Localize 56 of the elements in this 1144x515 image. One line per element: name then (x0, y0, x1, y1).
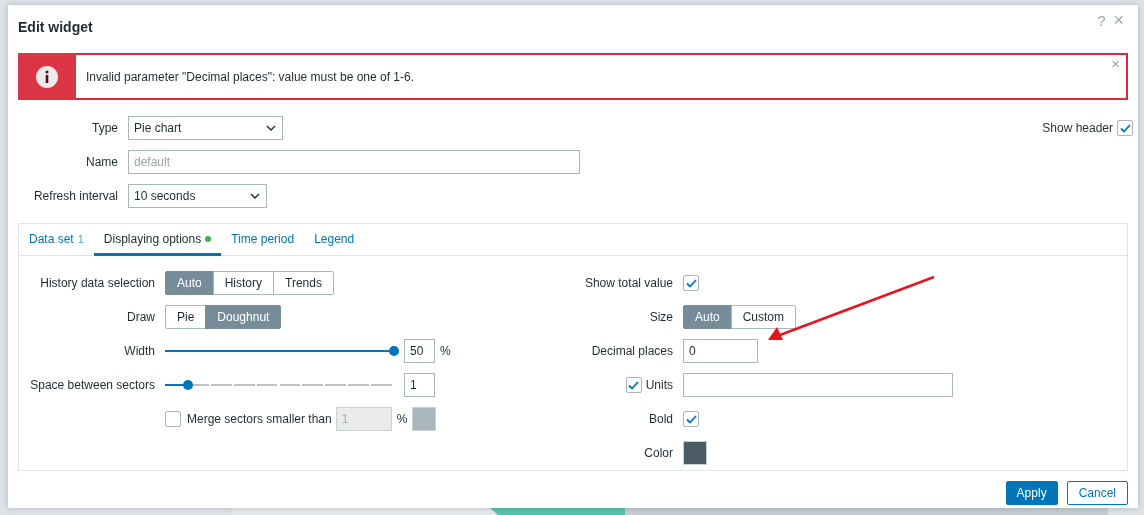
field-label: History data selection (39, 276, 156, 290)
segment-button[interactable]: Auto (683, 305, 732, 329)
text-field[interactable]: default (128, 150, 580, 174)
close-button[interactable]: × (1109, 55, 1122, 72)
field-label: Color (643, 446, 674, 460)
segment-button[interactable]: Pie (165, 305, 207, 329)
field-label: Space between sectors (29, 378, 156, 392)
field-label: Type (91, 121, 119, 135)
checkbox-label: Show header (1042, 121, 1113, 135)
slider-thumb[interactable] (389, 346, 399, 356)
checkbox-label: Units (645, 378, 673, 392)
slider-thumb[interactable] (182, 380, 193, 390)
field-label: Show total value (584, 276, 674, 290)
field-label: Name (85, 155, 119, 169)
checkbox[interactable] (683, 411, 699, 427)
checkmark-icon (1119, 123, 1131, 133)
unit-label: % (440, 344, 451, 358)
unit-label: % (396, 412, 408, 426)
field-label: Width (123, 344, 156, 358)
field-label: Size (648, 310, 674, 324)
number-field[interactable]: 0 (683, 339, 758, 363)
tab[interactable]: Time period (221, 224, 305, 256)
tab[interactable]: Displaying options (93, 224, 222, 256)
checkbox-label: Merge sectors smaller than (187, 412, 332, 426)
text-field[interactable] (683, 373, 953, 397)
segment-button[interactable]: Trends (273, 271, 334, 295)
dropdown[interactable]: Pie chart (128, 116, 283, 140)
field-label: Decimal places (590, 344, 674, 358)
segment-button[interactable]: History (212, 271, 275, 295)
tab[interactable]: Legend (304, 224, 365, 256)
field-label: Draw (126, 310, 156, 324)
checkmark-icon (685, 278, 697, 288)
number-field[interactable]: 1 (404, 373, 435, 397)
color-swatch[interactable] (683, 441, 707, 465)
checkmark-icon (685, 414, 697, 424)
segment-button[interactable]: Doughnut (205, 305, 282, 329)
segment-button[interactable]: Auto (165, 271, 214, 295)
number-field[interactable]: 50 (404, 339, 435, 363)
chevron-down-icon (266, 125, 276, 131)
segment-button[interactable]: Custom (730, 305, 797, 329)
checkmark-icon (628, 380, 640, 390)
dialog-title: Edit widget (18, 19, 94, 35)
checkbox[interactable] (683, 275, 699, 291)
dropdown[interactable]: 10 seconds (128, 184, 267, 208)
count-label: 1 (77, 232, 84, 245)
cancel-button[interactable]: Cancel (1066, 481, 1128, 505)
field-label: Refresh interval (32, 189, 119, 203)
info-icon (36, 65, 58, 88)
tab[interactable]: Data set 1 (19, 224, 94, 256)
apply-button[interactable]: Apply (1005, 481, 1058, 505)
color-swatch[interactable] (412, 407, 437, 431)
checkbox[interactable] (1117, 120, 1133, 136)
chevron-down-icon (250, 193, 260, 199)
checkbox[interactable] (625, 377, 642, 393)
error-text: Invalid parameter "Decimal places": value must be one of 1-6. (85, 69, 414, 84)
field-label: Bold (647, 412, 674, 426)
